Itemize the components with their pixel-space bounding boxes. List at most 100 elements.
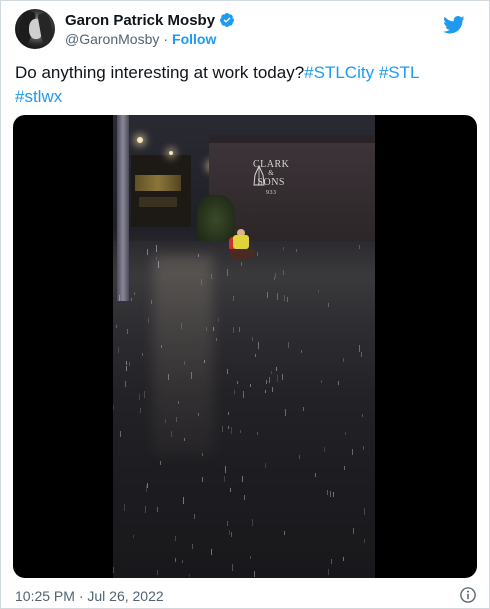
raindrop (202, 477, 203, 482)
raindrop (160, 461, 161, 465)
raindrop (182, 560, 183, 563)
raindrop (157, 507, 158, 512)
info-icon[interactable] (459, 586, 477, 604)
twitter-bird-icon[interactable] (443, 15, 465, 35)
raindrop (364, 539, 365, 543)
raindrop (254, 571, 255, 577)
raindrop (228, 426, 229, 429)
hashtag-stlcity[interactable]: #STLCity (304, 63, 374, 82)
follow-button[interactable]: Follow (172, 31, 216, 47)
raindrop (244, 495, 245, 500)
raindrop (234, 390, 235, 394)
raindrop (192, 544, 193, 549)
raindrop (345, 432, 346, 435)
raindrop (239, 327, 240, 332)
raindrop (265, 463, 266, 468)
raindrop (184, 361, 185, 365)
raindrop (299, 455, 300, 459)
raindrop (321, 380, 322, 383)
video-player[interactable]: CLARK & SONS 933 (13, 115, 477, 578)
raindrop (133, 535, 134, 538)
raindrop (303, 407, 304, 411)
raindrop (252, 519, 253, 526)
raindrop (276, 367, 277, 371)
author-handle[interactable]: @GaronMosby (65, 31, 159, 47)
raindrop (168, 374, 169, 380)
raindrop (230, 488, 231, 492)
raindrop (344, 466, 345, 470)
raindrop (126, 366, 127, 371)
raindrop (288, 342, 289, 348)
raindrop (204, 360, 205, 363)
raindrop (124, 504, 125, 511)
raindrop (120, 431, 121, 437)
raindrop (227, 521, 228, 526)
tweet-card: Garon Patrick Mosby @GaronMosby · Follow… (0, 0, 490, 609)
raindrop (231, 532, 232, 537)
sign-number: 933 (265, 190, 277, 196)
raindrop (201, 279, 202, 285)
rescuer-in-boat (229, 229, 255, 265)
raindrop (156, 245, 157, 252)
raindrop (296, 249, 297, 252)
raindrop (218, 318, 219, 322)
raindrop (134, 292, 135, 295)
raindrop (222, 426, 223, 432)
raindrop (282, 374, 283, 380)
raindrop (140, 408, 141, 413)
sign-line-3: SONS (257, 177, 285, 188)
raindrop (266, 380, 267, 384)
raindrop (175, 558, 176, 562)
verified-badge-icon (220, 13, 235, 27)
raindrop (328, 303, 329, 307)
raindrop (171, 431, 172, 437)
raindrop (364, 508, 365, 515)
avatar[interactable] (15, 9, 55, 49)
raindrop (267, 292, 268, 298)
raindrop (156, 257, 157, 260)
raindrop (227, 369, 228, 374)
video-frame: CLARK & SONS 933 (113, 115, 375, 578)
raindrop (211, 274, 212, 279)
raindrop (333, 492, 334, 497)
raindrop (178, 401, 179, 404)
raindrop (250, 384, 251, 387)
raindrop (211, 549, 212, 555)
tweet-body: Do anything interesting at work today? (15, 63, 305, 82)
raindrop (202, 453, 203, 456)
raindrop (147, 483, 148, 488)
raindrop (242, 476, 243, 482)
hashtag-stlwx[interactable]: #stlwx (15, 87, 62, 106)
raindrop (343, 358, 344, 362)
raindrop (328, 569, 329, 575)
raindrop (343, 557, 344, 561)
raindrop (353, 528, 354, 534)
raindrop (216, 338, 217, 341)
separator: · (163, 31, 169, 47)
raindrop (233, 296, 234, 301)
raindrop (285, 409, 286, 416)
raindrop (189, 574, 190, 577)
raindrop (250, 556, 251, 559)
raindrop (284, 295, 285, 301)
raindrop (362, 414, 363, 417)
raindrop (284, 531, 285, 535)
author-handle-row: @GaronMosby · Follow (65, 31, 216, 47)
raindrop (157, 570, 158, 575)
raindrop (194, 514, 195, 519)
raindrop (227, 269, 228, 276)
author-display-name[interactable]: Garon Patrick Mosby (65, 12, 215, 29)
hashtag-stl[interactable]: #STL (379, 63, 420, 82)
raindrop (144, 391, 145, 398)
tweet-header: Garon Patrick Mosby @GaronMosby · Follow (15, 9, 477, 51)
business-sign: CLARK & SONS 933 (253, 159, 289, 199)
raindrop (158, 261, 159, 268)
raindrop (198, 254, 199, 257)
raindrop (330, 491, 331, 497)
timestamp[interactable]: 10:25 PM · Jul 26, 2022 (15, 588, 164, 604)
raindrop (241, 262, 242, 266)
raindrop (151, 300, 152, 304)
raindrop (252, 337, 253, 341)
raindrop (243, 391, 244, 398)
raindrop (240, 430, 241, 433)
